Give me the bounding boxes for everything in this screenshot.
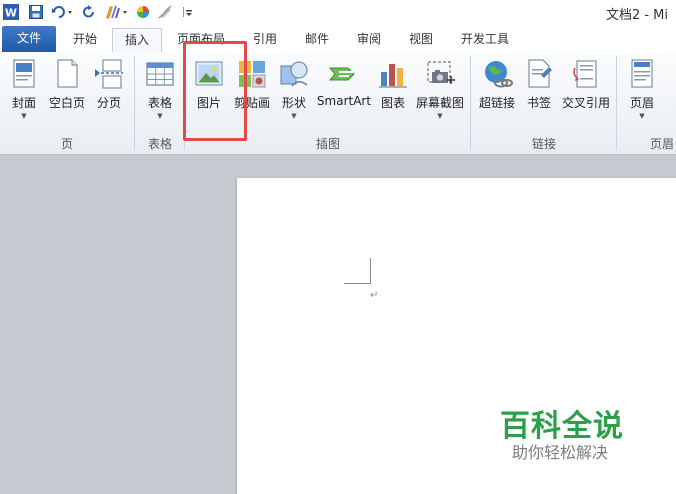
word-app-icon[interactable]: W — [2, 3, 20, 21]
table-icon — [146, 62, 174, 86]
no-format-icon[interactable] — [156, 3, 174, 21]
dropdown-arrow-icon: ▼ — [437, 112, 443, 120]
dropdown-arrow-icon: ▼ — [639, 112, 645, 120]
svg-text:W: W — [5, 7, 17, 20]
page-break-button[interactable]: 分页 — [92, 56, 126, 130]
page-break-label: 分页 — [96, 96, 121, 110]
picture-button-highlight — [183, 41, 247, 141]
blank-page-icon — [57, 59, 78, 88]
hyperlink-button[interactable]: 超链接 — [476, 56, 518, 130]
dropdown-arrow-icon: ▼ — [157, 112, 163, 120]
customize-qat-icon[interactable] — [180, 3, 194, 21]
dropdown-arrow-icon: ▼ — [291, 112, 297, 120]
tab-review[interactable]: 审阅 — [348, 28, 390, 52]
tab-file[interactable]: 文件 — [2, 26, 56, 52]
smartart-label: SmartArt — [316, 94, 372, 108]
blank-page-label: 空白页 — [48, 96, 85, 110]
table-label: 表格 — [147, 96, 172, 110]
group-separator — [616, 56, 617, 150]
save-icon[interactable] — [27, 3, 45, 21]
screenshot-button[interactable]: 屏幕截图 ▼ — [414, 56, 466, 130]
chart-button[interactable]: 图表 — [376, 56, 410, 130]
cover-page-button[interactable]: 封面 ▼ — [6, 56, 42, 130]
smartart-button[interactable]: SmartArt — [316, 56, 372, 130]
cover-page-label: 封面 — [11, 96, 36, 110]
cross-reference-button[interactable]: 交叉引用 — [560, 56, 612, 130]
redo-icon[interactable] — [80, 3, 98, 21]
undo-icon[interactable] — [50, 3, 74, 21]
header-icon — [631, 59, 653, 88]
window-title: 文档2 - Mi — [605, 8, 668, 23]
tab-references[interactable]: 引用 — [244, 28, 286, 52]
document-page[interactable] — [237, 178, 676, 494]
shapes-icon — [280, 61, 308, 87]
table-button[interactable]: 表格 ▼ — [142, 56, 178, 130]
title-bar: W 文档2 - Mi — [0, 0, 676, 24]
bookmark-label: 书签 — [526, 96, 551, 110]
dropdown-arrow-icon: ▼ — [21, 112, 27, 120]
shapes-button[interactable]: 形状 ▼ — [276, 56, 312, 130]
header-button[interactable]: 页眉 ▼ — [624, 56, 660, 130]
globe-link-icon — [485, 61, 513, 88]
screenshot-label: 屏幕截图 — [415, 96, 464, 110]
bookmark-icon — [528, 59, 552, 88]
color-wheel-icon[interactable] — [134, 3, 152, 21]
smartart-icon — [328, 67, 355, 81]
tab-insert[interactable]: 插入 — [112, 28, 162, 53]
group-label-links: 链接 — [531, 137, 556, 151]
tab-developer[interactable]: 开发工具 — [452, 28, 518, 52]
cover-page-icon — [13, 59, 35, 88]
screenshot-icon — [427, 61, 455, 84]
tab-mailings[interactable]: 邮件 — [296, 28, 338, 52]
cross-reference-icon — [573, 60, 597, 88]
tab-view[interactable]: 视图 — [400, 28, 442, 52]
chart-label: 图表 — [380, 96, 405, 110]
ribbon-tab-row: 文件 开始 插入 页面布局 引用 邮件 审阅 视图 开发工具 — [0, 24, 676, 53]
shapes-label: 形状 — [281, 96, 306, 110]
margin-corner-mark — [370, 258, 371, 283]
group-label-header-footer: 页眉 — [650, 137, 675, 151]
group-label-tables: 表格 — [147, 137, 172, 151]
format-painter-icon[interactable] — [103, 3, 129, 21]
paragraph-mark: ↵ — [370, 290, 379, 301]
blank-page-button[interactable]: 空白页 — [46, 56, 88, 130]
tab-home[interactable]: 开始 — [62, 28, 108, 52]
group-label-pages: 页 — [60, 137, 73, 151]
group-separator — [470, 56, 471, 150]
chart-icon — [379, 64, 407, 88]
group-separator — [134, 56, 135, 150]
watermark-subtitle: 助你轻松解决 — [512, 443, 609, 462]
margin-corner-mark — [344, 283, 371, 284]
page-break-icon — [95, 59, 123, 89]
ribbon-insert: 封面 ▼ 空白页 分页 页 表格 ▼ 表格 图片 剪贴画 形状 ▼ SmartA… — [0, 52, 676, 155]
header-label: 页眉 — [629, 96, 654, 110]
hyperlink-label: 超链接 — [478, 96, 515, 110]
cross-reference-label: 交叉引用 — [561, 96, 610, 110]
bookmark-button[interactable]: 书签 — [522, 56, 556, 130]
